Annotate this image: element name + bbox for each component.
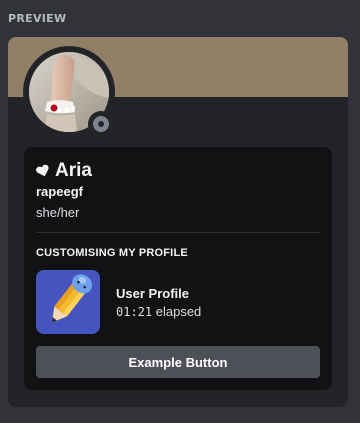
elapsed-suffix: elapsed [155,304,202,319]
white-heart-icon [36,164,49,177]
elapsed-timer: 01:21 [116,305,153,319]
profile-preview-card: Aria rapeegf she/her CUSTOMISING MY PROF… [8,37,348,407]
pronouns: she/her [36,205,80,220]
avatar-frame [23,46,115,138]
divider [36,232,320,233]
activity-elapsed: 01:21 elapsed [116,304,201,319]
username: rapeegf [36,184,83,199]
activity-name: User Profile [116,286,189,301]
preview-label: PREVIEW [8,12,67,25]
activity-image [36,270,100,334]
status-indicator [88,111,114,137]
activity-section-title: CUSTOMISING MY PROFILE [36,247,188,259]
example-button[interactable]: Example Button [36,346,320,378]
display-name: Aria [55,160,92,181]
pencil-icon [51,274,93,323]
profile-body: Aria rapeegf she/her CUSTOMISING MY PROF… [24,147,332,390]
offline-status-icon [93,116,109,132]
name-row: Aria [36,160,92,182]
